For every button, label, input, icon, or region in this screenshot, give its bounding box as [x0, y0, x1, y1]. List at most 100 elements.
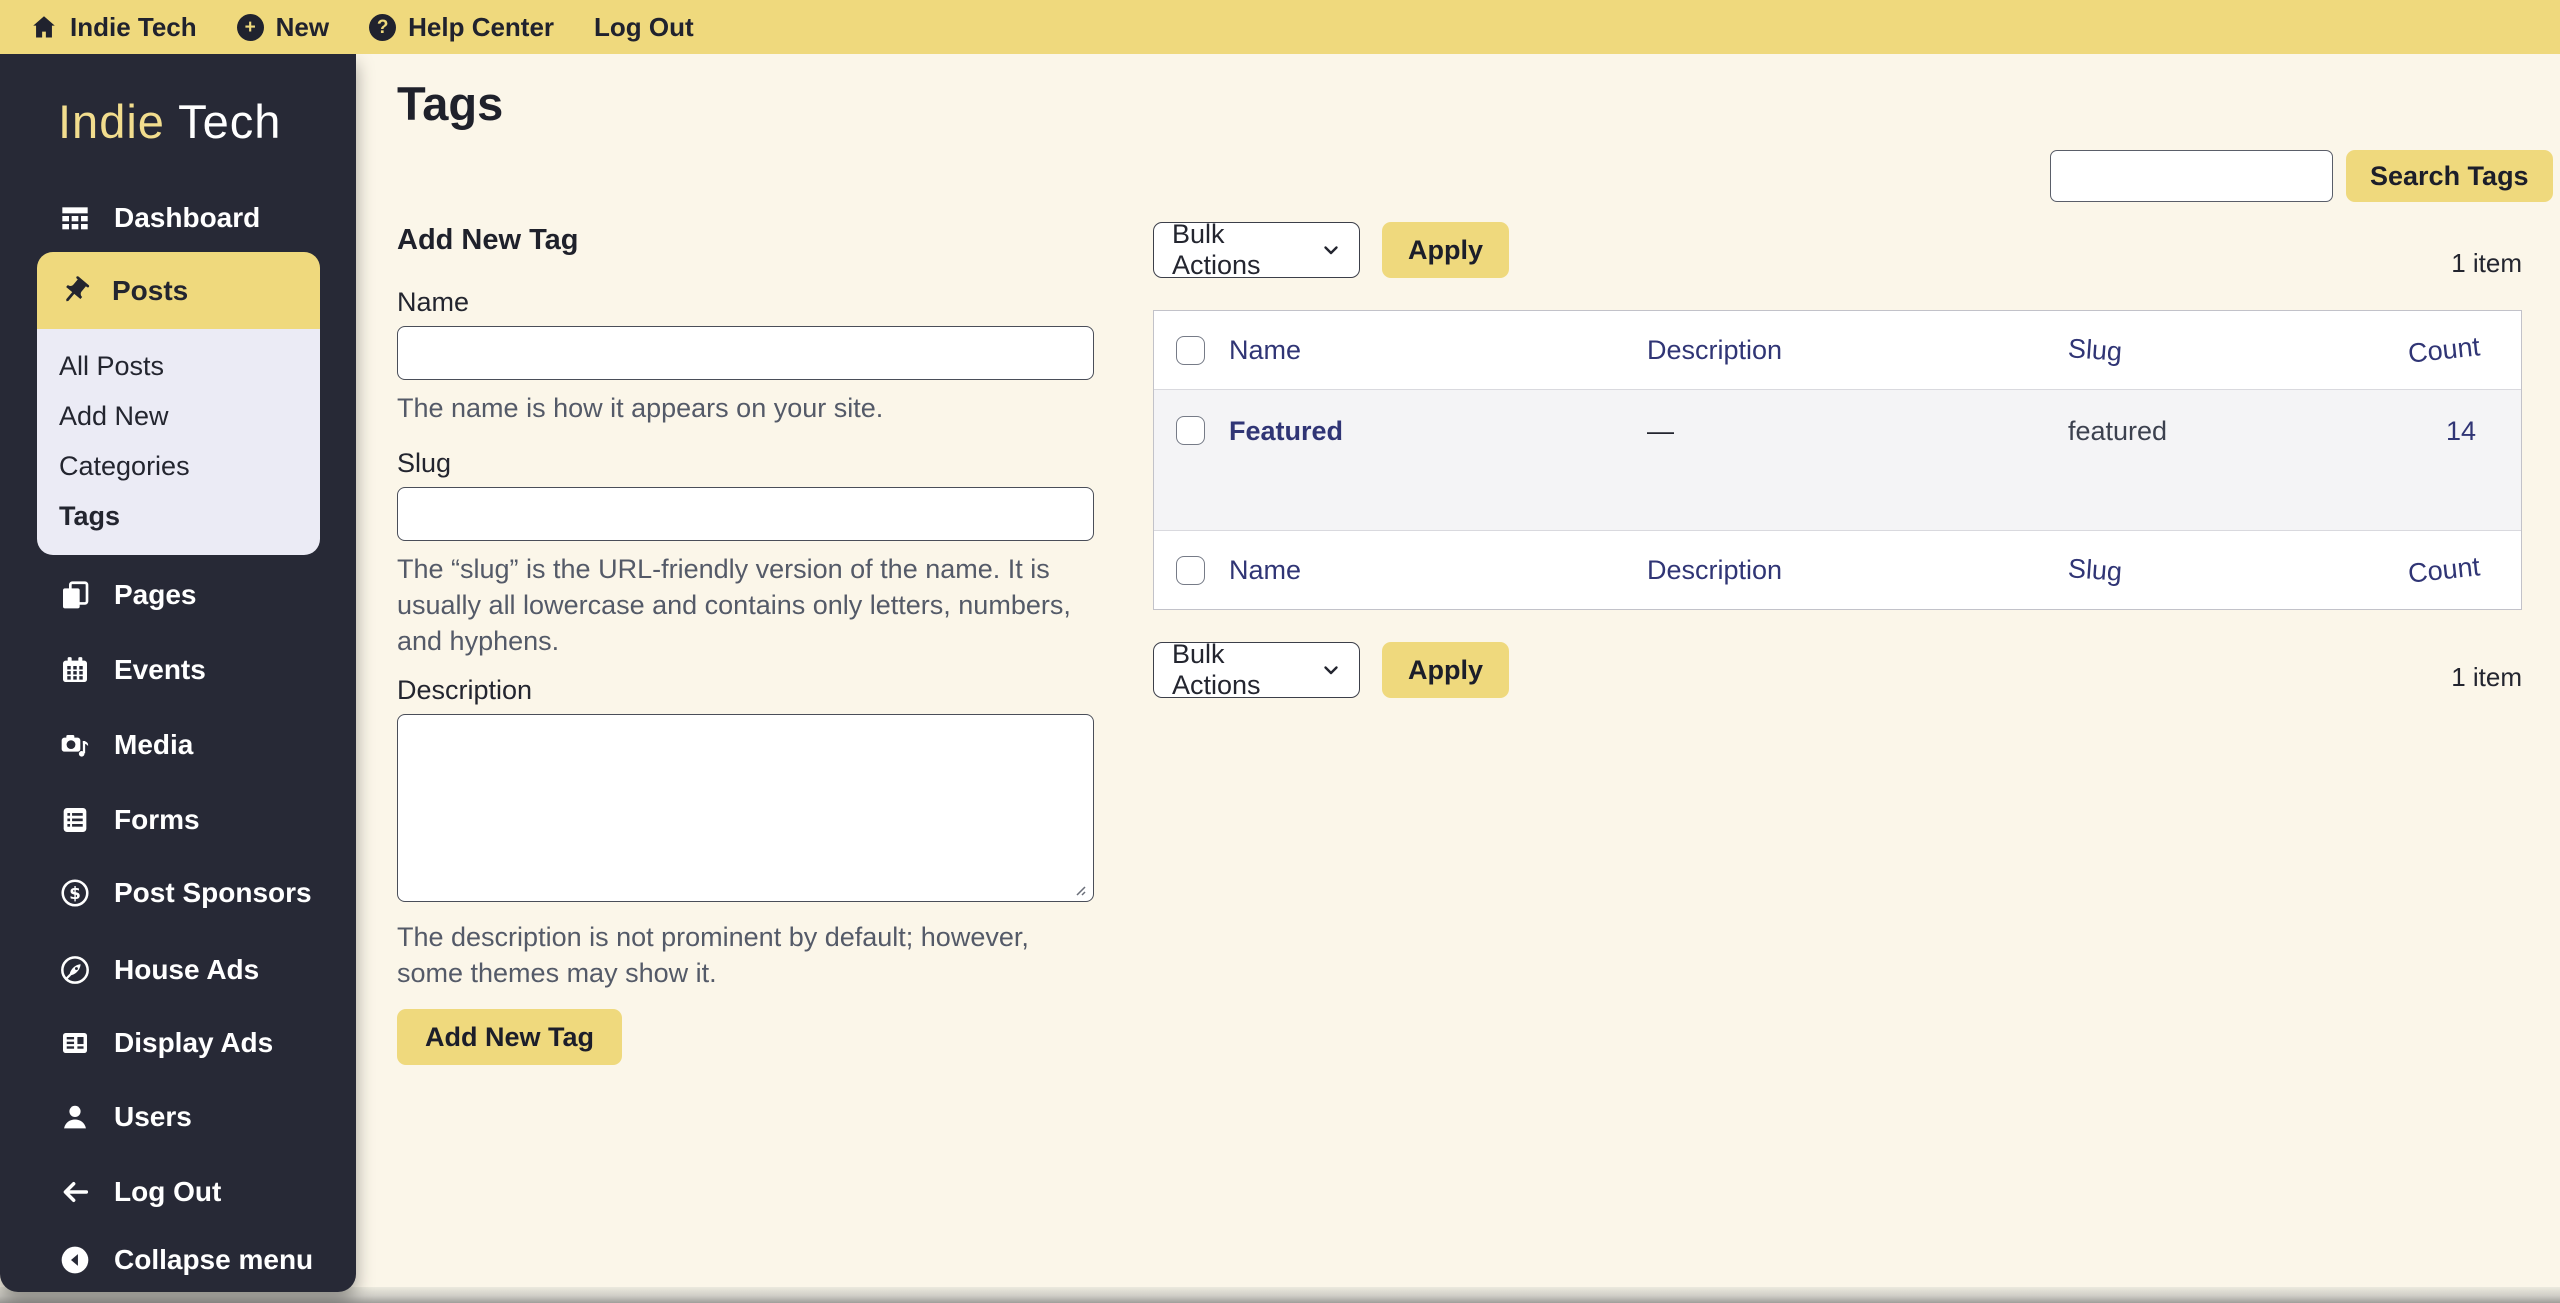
question-circle-icon: ?: [369, 13, 397, 41]
sidebar-item-label: Media: [114, 729, 194, 760]
page-title: Tags: [397, 77, 504, 130]
tag-name-link[interactable]: Featured: [1229, 416, 1343, 447]
submenu-label: Add New: [59, 400, 169, 431]
slug-label: Slug: [397, 448, 452, 478]
home-icon: [30, 13, 58, 41]
item-count-bottom: 1 item: [2451, 662, 2522, 692]
tag-slug-value: featured: [2068, 416, 2168, 446]
sidebar-posts-card: Posts All Posts Add New Categories Tags: [37, 252, 320, 555]
apply-button-bottom[interactable]: Apply: [1382, 642, 1510, 698]
select-all-checkbox[interactable]: [1176, 335, 1205, 365]
calendar-icon: [58, 654, 92, 686]
posts-submenu: All Posts Add New Categories Tags: [37, 329, 320, 555]
sidebar-item-forms[interactable]: Forms: [58, 788, 338, 852]
sidebar-item-post-sponsors[interactable]: $ Post Sponsors: [58, 861, 338, 925]
column-header-description[interactable]: Description: [1647, 335, 1782, 366]
slug-help-text: The “slug” is the URL-friendly version o…: [397, 554, 1071, 656]
rocket-icon: [58, 954, 92, 986]
sidebar-item-label: Dashboard: [114, 202, 261, 233]
sidebar-item-logout[interactable]: Log Out: [58, 1160, 338, 1224]
collapse-circle-icon: [58, 1244, 92, 1276]
bulk-actions-selected-value: Bulk Actions: [1172, 639, 1261, 700]
bulk-actions-select-bottom[interactable]: Bulk Actions: [1153, 639, 1360, 700]
tag-description-value: —: [1647, 416, 1674, 446]
topbar-site-label: Indie Tech: [70, 11, 197, 42]
pages-icon: [58, 579, 92, 611]
sidebar-item-media[interactable]: Media: [58, 713, 338, 777]
sidebar-item-events[interactable]: Events: [58, 638, 338, 702]
column-header-count[interactable]: Count: [2407, 331, 2482, 369]
apply-button[interactable]: Apply: [1382, 222, 1510, 278]
add-new-tag-button[interactable]: Add New Tag: [397, 1009, 623, 1065]
forms-list-icon: [58, 804, 92, 836]
submenu-item-categories[interactable]: Categories: [59, 441, 320, 491]
sidebar-item-label: Log Out: [114, 1176, 222, 1207]
tags-table: Name Description Slug Count Featured — f…: [1153, 310, 2522, 610]
admin-topbar: Indie Tech + New ? Help Center Log Out: [0, 0, 2560, 54]
sidebar-item-label: Post Sponsors: [114, 877, 312, 908]
topbar-logout-label: Log Out: [594, 11, 694, 42]
add-new-tag-form: Add New Tag Name The name is how it appe…: [397, 224, 1094, 1065]
sidebar-item-label: Pages: [114, 579, 197, 610]
sidebar-item-label: Users: [114, 1101, 192, 1132]
topbar-help-label: Help Center: [408, 11, 555, 42]
dashboard-grid-icon: [58, 202, 92, 234]
sidebar-item-label: Forms: [114, 804, 200, 835]
submenu-label: Tags: [59, 500, 121, 531]
description-label: Description: [397, 675, 533, 705]
bulk-actions-select[interactable]: Bulk Actions: [1153, 219, 1360, 280]
sidebar-item-users[interactable]: Users: [58, 1085, 338, 1149]
chevron-down-icon: [1319, 238, 1343, 262]
arrow-left-icon: [58, 1176, 92, 1208]
search-tags-button[interactable]: Search Tags: [2346, 150, 2553, 202]
topbar-new-button[interactable]: + New: [236, 11, 330, 43]
column-header-slug[interactable]: Slug: [2067, 333, 2123, 368]
table-footer-row: Name Description Slug Count: [1154, 531, 2521, 609]
submenu-item-add-new[interactable]: Add New: [59, 391, 320, 441]
item-count-top: 1 item: [2451, 248, 2522, 278]
chevron-down-icon: [1319, 658, 1343, 682]
display-ads-grid-icon: [58, 1027, 92, 1059]
submenu-item-all-posts[interactable]: All Posts: [59, 341, 320, 391]
sidebar-item-dashboard[interactable]: Dashboard: [58, 186, 338, 250]
topbar-logout-link[interactable]: Log Out: [594, 12, 694, 43]
sidebar-item-house-ads[interactable]: House Ads: [58, 938, 338, 1002]
resize-grip-icon[interactable]: [1071, 881, 1087, 897]
bulk-actions-row-bottom: Bulk Actions Apply: [1153, 639, 2522, 700]
plus-circle-icon: +: [236, 13, 264, 41]
select-all-checkbox-bottom[interactable]: [1176, 555, 1205, 585]
topbar-new-label: New: [275, 11, 330, 42]
sidebar-collapse-menu[interactable]: Collapse menu: [58, 1228, 338, 1292]
form-heading: Add New Tag: [397, 224, 579, 256]
tag-count-link[interactable]: 14: [2446, 416, 2476, 447]
search-tags-input[interactable]: [2050, 150, 2333, 202]
footer-column-slug[interactable]: Slug: [2067, 553, 2123, 588]
name-label: Name: [397, 287, 470, 317]
bulk-actions-selected-value: Bulk Actions: [1172, 219, 1261, 280]
topbar-help-link[interactable]: ? Help Center: [369, 12, 554, 43]
topbar-site-link[interactable]: Indie Tech: [30, 12, 197, 43]
logo-part-2: Tech: [178, 95, 282, 148]
tag-slug-input[interactable]: [397, 487, 1094, 541]
pushpin-icon: [58, 275, 92, 307]
sidebar-item-label: Collapse menu: [114, 1244, 314, 1275]
tag-description-textarea[interactable]: [397, 714, 1094, 902]
table-row: Featured — featured 14: [1154, 389, 2521, 531]
sidebar-posts-label: Posts: [112, 274, 189, 306]
table-header-row: Name Description Slug Count: [1154, 311, 2521, 389]
row-checkbox[interactable]: [1176, 416, 1205, 445]
sidebar-item-pages[interactable]: Pages: [58, 563, 338, 627]
tag-name-input[interactable]: [397, 326, 1094, 380]
column-header-name[interactable]: Name: [1229, 335, 1301, 366]
submenu-item-tags-current[interactable]: Tags: [59, 491, 320, 541]
svg-text:$: $: [69, 884, 81, 903]
footer-column-count[interactable]: Count: [2407, 551, 2482, 589]
footer-column-description[interactable]: Description: [1647, 555, 1782, 586]
footer-column-name[interactable]: Name: [1229, 555, 1301, 586]
submenu-label: Categories: [59, 450, 190, 481]
sidebar-item-label: Display Ads: [114, 1027, 274, 1058]
page-bottom-edge: [0, 1287, 2560, 1303]
sidebar-item-posts[interactable]: Posts: [37, 252, 320, 329]
dollar-circle-icon: $: [58, 877, 92, 909]
sidebar-item-display-ads[interactable]: Display Ads: [58, 1011, 338, 1075]
